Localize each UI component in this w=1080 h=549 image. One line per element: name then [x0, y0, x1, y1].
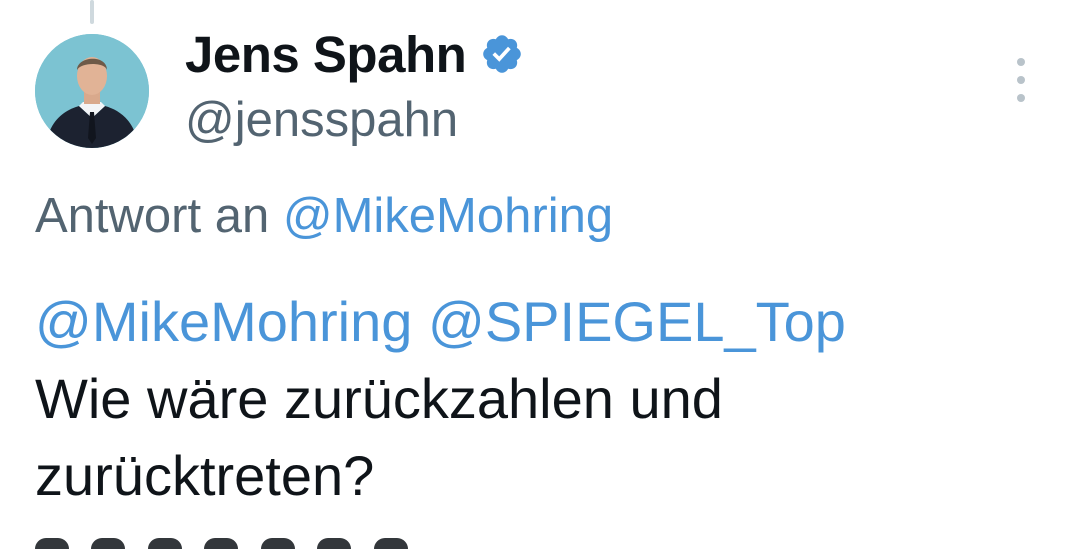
cut-off-glyph — [373, 538, 408, 549]
more-dot — [1017, 58, 1025, 66]
cut-off-glyph — [147, 538, 182, 549]
cut-off-glyph — [35, 538, 69, 549]
mention-link-mikemohring[interactable]: @MikeMohring — [35, 290, 412, 353]
mention-line: @MikeMohring @SPIEGEL_Top — [35, 283, 1045, 360]
mention-link-spiegel-top[interactable]: @SPIEGEL_Top — [428, 290, 846, 353]
reply-mention-link[interactable]: @MikeMohring — [283, 189, 613, 243]
tweet-text-line: zurücktreten? — [35, 444, 375, 507]
more-options-icon[interactable] — [1006, 58, 1036, 102]
tweet-text: @MikeMohring @SPIEGEL_Top Wie wäre zurüc… — [35, 283, 1045, 514]
reply-context: Antwort an @MikeMohring — [35, 188, 613, 244]
author-handle[interactable]: @jensspahn — [185, 92, 458, 148]
cut-off-text-row — [35, 538, 515, 549]
cut-off-glyph — [317, 538, 352, 549]
tweet-text-line: Wie wäre zurückzahlen und — [35, 367, 723, 430]
more-dot — [1017, 94, 1025, 102]
author-display-name[interactable]: Jens Spahn — [185, 25, 467, 84]
author-name-row: Jens Spahn — [185, 22, 524, 86]
cut-off-glyph — [91, 538, 126, 549]
thread-connector-line — [90, 0, 94, 24]
verified-badge-icon — [480, 32, 524, 76]
tweet[interactable]: Jens Spahn @jensspahn Antwort an @MikeMo… — [0, 0, 1080, 549]
more-dot — [1017, 76, 1025, 84]
cut-off-glyph — [204, 538, 239, 549]
avatar[interactable] — [35, 34, 149, 148]
reply-prefix: Antwort an — [35, 189, 270, 243]
cut-off-glyph — [260, 538, 295, 549]
